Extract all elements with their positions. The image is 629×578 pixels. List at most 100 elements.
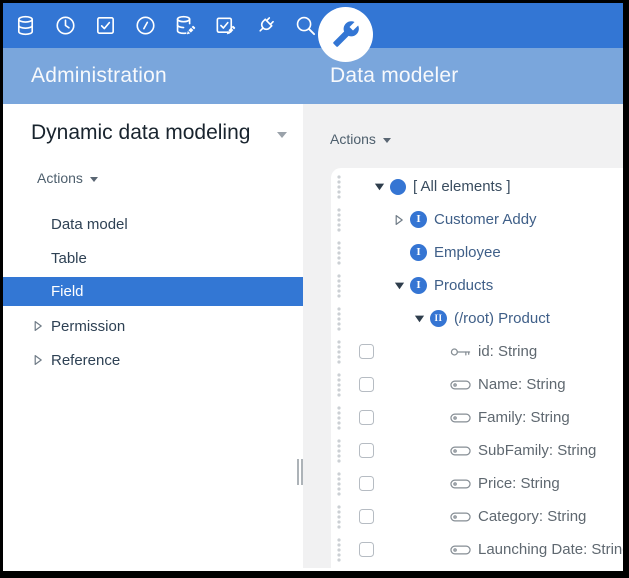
administration-title: Administration (31, 64, 167, 88)
tree-row[interactable]: IEmployee (331, 236, 623, 269)
field-checkbox[interactable] (359, 377, 374, 392)
menu-item-label: Data model (51, 216, 128, 233)
checkbox-slot (348, 410, 374, 425)
tree-node-label: Price: String (478, 475, 560, 492)
drag-handle-icon[interactable] (336, 339, 348, 365)
entity-info-icon: I (410, 211, 427, 228)
checkbox-slot (348, 443, 374, 458)
drag-handle-icon[interactable] (336, 306, 348, 332)
left-actions-menu[interactable]: Actions (37, 170, 98, 186)
menu-item-data-model[interactable]: Data model (3, 207, 303, 241)
drag-handle-icon[interactable] (336, 504, 348, 530)
tree-row[interactable]: I Products (331, 269, 623, 302)
checkbox-slot (348, 542, 374, 557)
tree-row[interactable]: Name: String (331, 368, 623, 401)
tree-row[interactable]: Price: String (331, 467, 623, 500)
tree-node-label: (/root) Product (454, 310, 550, 327)
title-dropdown-caret-icon[interactable] (277, 132, 287, 138)
administration-panel: Dynamic data modeling Actions Data model… (3, 104, 303, 568)
checkbox-slot (348, 377, 374, 392)
field-tag-icon (450, 379, 471, 391)
plug-icon[interactable] (245, 3, 285, 48)
entity-info-icon: I (410, 277, 427, 294)
tree-node-label: Launching Date: String (478, 541, 623, 558)
right-actions-menu[interactable]: Actions (330, 131, 391, 147)
page-title: Dynamic data modeling (31, 121, 250, 145)
field-tag-icon (450, 478, 471, 490)
field-checkbox[interactable] (359, 344, 374, 359)
tree-row[interactable]: [ All elements ] (331, 170, 623, 203)
left-actions-label: Actions (37, 170, 83, 186)
primary-key-icon (450, 346, 471, 358)
checkbox-slot (348, 344, 374, 359)
drag-handle-icon[interactable] (336, 438, 348, 464)
drag-handle-icon[interactable] (336, 537, 348, 563)
collapsed-caret-icon (33, 320, 43, 332)
expanded-caret-icon[interactable] (374, 181, 390, 192)
top-toolbar (3, 3, 623, 48)
menu-item-label: Field (51, 283, 84, 300)
actions-caret-icon (383, 138, 391, 143)
checkbox-slot (348, 509, 374, 524)
clock-icon[interactable] (45, 3, 85, 48)
field-tag-icon (450, 511, 471, 523)
tree-row[interactable]: I Customer Addy (331, 203, 623, 236)
administration-header: Administration (3, 48, 303, 104)
field-tag-icon (450, 412, 471, 424)
entity-info-ii-icon: II (430, 310, 447, 327)
expanded-caret-icon (414, 313, 425, 324)
tree-row[interactable]: Launching Date: String (331, 533, 623, 566)
data-model-tree: [ All elements ]ICustomer AddyIEmployeeI… (331, 168, 623, 568)
gauge-icon[interactable] (125, 3, 165, 48)
expanded-caret-icon[interactable] (414, 313, 430, 324)
tree-row[interactable]: SubFamily: String (331, 434, 623, 467)
menu-item-field[interactable]: Field (3, 277, 303, 306)
expanded-caret-icon (374, 181, 385, 192)
menu-item-reference[interactable]: Reference (3, 343, 303, 377)
element-dot-icon (390, 179, 406, 195)
field-tag-icon (450, 445, 471, 457)
main-body: Dynamic data modeling Actions Data model… (3, 104, 623, 568)
panel-headers: Administration Data modeler (3, 48, 623, 104)
expanded-caret-icon[interactable] (394, 280, 410, 291)
drag-handle-icon[interactable] (336, 240, 348, 266)
tree-node-label: id: String (478, 343, 537, 360)
tree-node-label: Customer Addy (434, 211, 537, 228)
data-modeler-panel: Actions [ All elements ] I Customer Addy IE… (303, 104, 623, 568)
drag-handle-icon[interactable] (336, 174, 348, 200)
collapsed-caret-icon[interactable] (33, 320, 48, 332)
wrench-icon[interactable] (318, 7, 373, 62)
drag-handle-icon[interactable] (336, 405, 348, 431)
field-checkbox[interactable] (359, 542, 374, 557)
field-checkbox[interactable] (359, 410, 374, 425)
note-edit-icon[interactable] (205, 3, 245, 48)
actions-caret-icon (90, 177, 98, 182)
menu-item-label: Reference (51, 352, 120, 369)
tree-row[interactable]: Category: String (331, 500, 623, 533)
page-title-row: Dynamic data modeling (31, 121, 287, 145)
field-checkbox[interactable] (359, 443, 374, 458)
field-checkbox[interactable] (359, 476, 374, 491)
drag-handle-icon[interactable] (336, 273, 348, 299)
drag-handle-icon[interactable] (336, 471, 348, 497)
tree-node-label: Products (434, 277, 493, 294)
tree-node-label: Name: String (478, 376, 566, 393)
tasks-icon[interactable] (85, 3, 125, 48)
database-icon[interactable] (5, 3, 45, 48)
drag-handle-icon[interactable] (336, 372, 348, 398)
tree-row[interactable]: id: String (331, 335, 623, 368)
expanded-caret-icon (394, 280, 405, 291)
tree-row[interactable]: Family: String (331, 401, 623, 434)
menu-item-label: Permission (51, 318, 125, 335)
menu-item-table[interactable]: Table (3, 241, 303, 275)
collapsed-caret-icon[interactable] (394, 214, 410, 226)
drag-handle-icon[interactable] (336, 207, 348, 233)
tree-row[interactable]: II (/root) Product (331, 302, 623, 335)
collapsed-caret-icon[interactable] (33, 354, 48, 366)
checkbox-slot (348, 476, 374, 491)
collapsed-caret-icon (394, 214, 404, 226)
menu-item-permission[interactable]: Permission (3, 309, 303, 343)
database-edit-icon[interactable] (165, 3, 205, 48)
field-checkbox[interactable] (359, 509, 374, 524)
right-actions-label: Actions (330, 131, 376, 147)
